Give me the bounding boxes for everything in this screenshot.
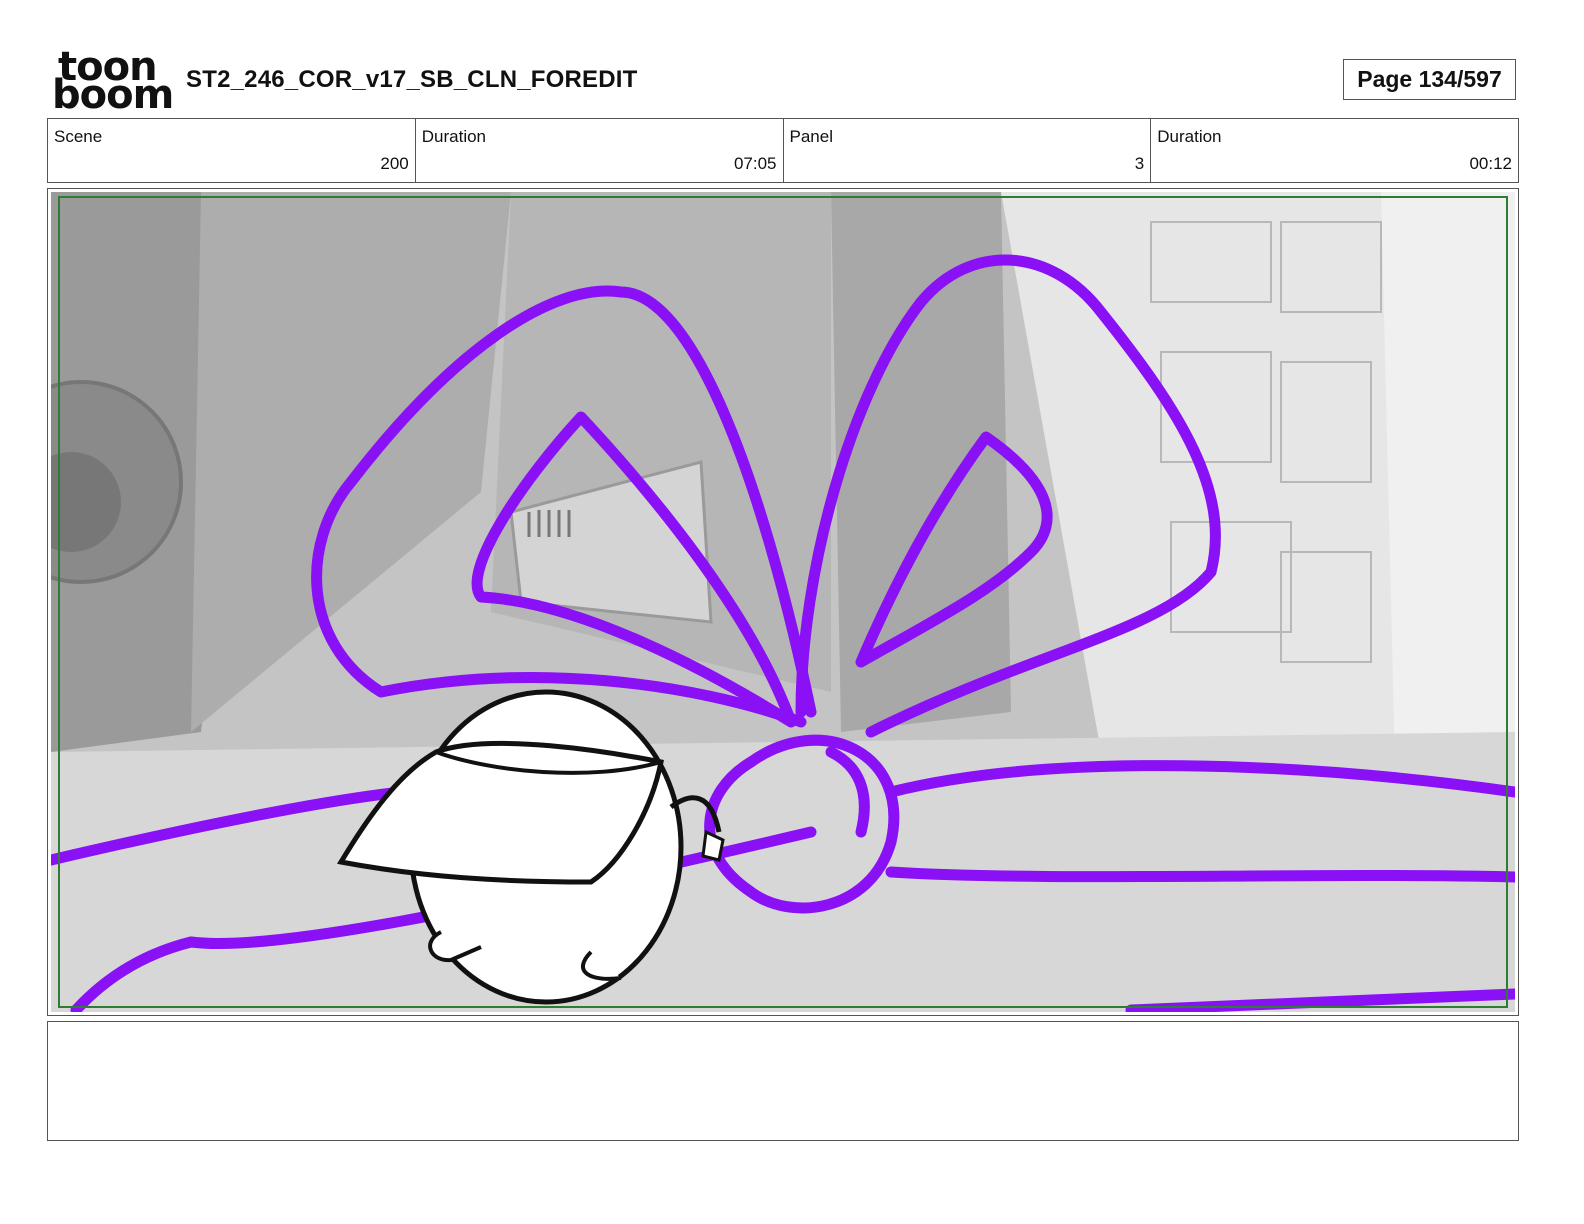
panel-label: Panel: [789, 127, 833, 146]
notes-box[interactable]: [47, 1021, 1519, 1141]
scene-duration-value: 07:05: [733, 154, 777, 173]
toonboom-logo: toon boom: [52, 47, 174, 115]
scene-cell: Scene 200: [48, 119, 416, 182]
panel-value: 3: [1134, 154, 1145, 173]
scene-value: 200: [380, 154, 409, 173]
panel-cell: Panel 3: [784, 119, 1152, 182]
scene-info-row: Scene 200 Duration 07:05 Panel 3 Duratio…: [47, 118, 1519, 183]
scene-duration-cell: Duration 07:05: [416, 119, 784, 182]
scene-duration-label: Duration: [421, 127, 487, 146]
panel-duration-cell: Duration 00:12: [1151, 119, 1518, 182]
panel-duration-value: 00:12: [1469, 154, 1512, 173]
document-title: ST2_246_COR_v17_SB_CLN_FOREDIT: [186, 66, 638, 93]
storyboard-panel: [47, 188, 1519, 1016]
scene-label: Scene: [54, 127, 103, 146]
page-indicator: Page 134/597: [1343, 59, 1516, 100]
ribbon-right-bottom-edge: [885, 866, 1515, 883]
logo-word-bottom: boom: [52, 72, 174, 118]
crate-right: [831, 192, 1011, 732]
panel-duration-label: Duration: [1157, 127, 1222, 146]
panel-drawing: [51, 192, 1515, 1012]
